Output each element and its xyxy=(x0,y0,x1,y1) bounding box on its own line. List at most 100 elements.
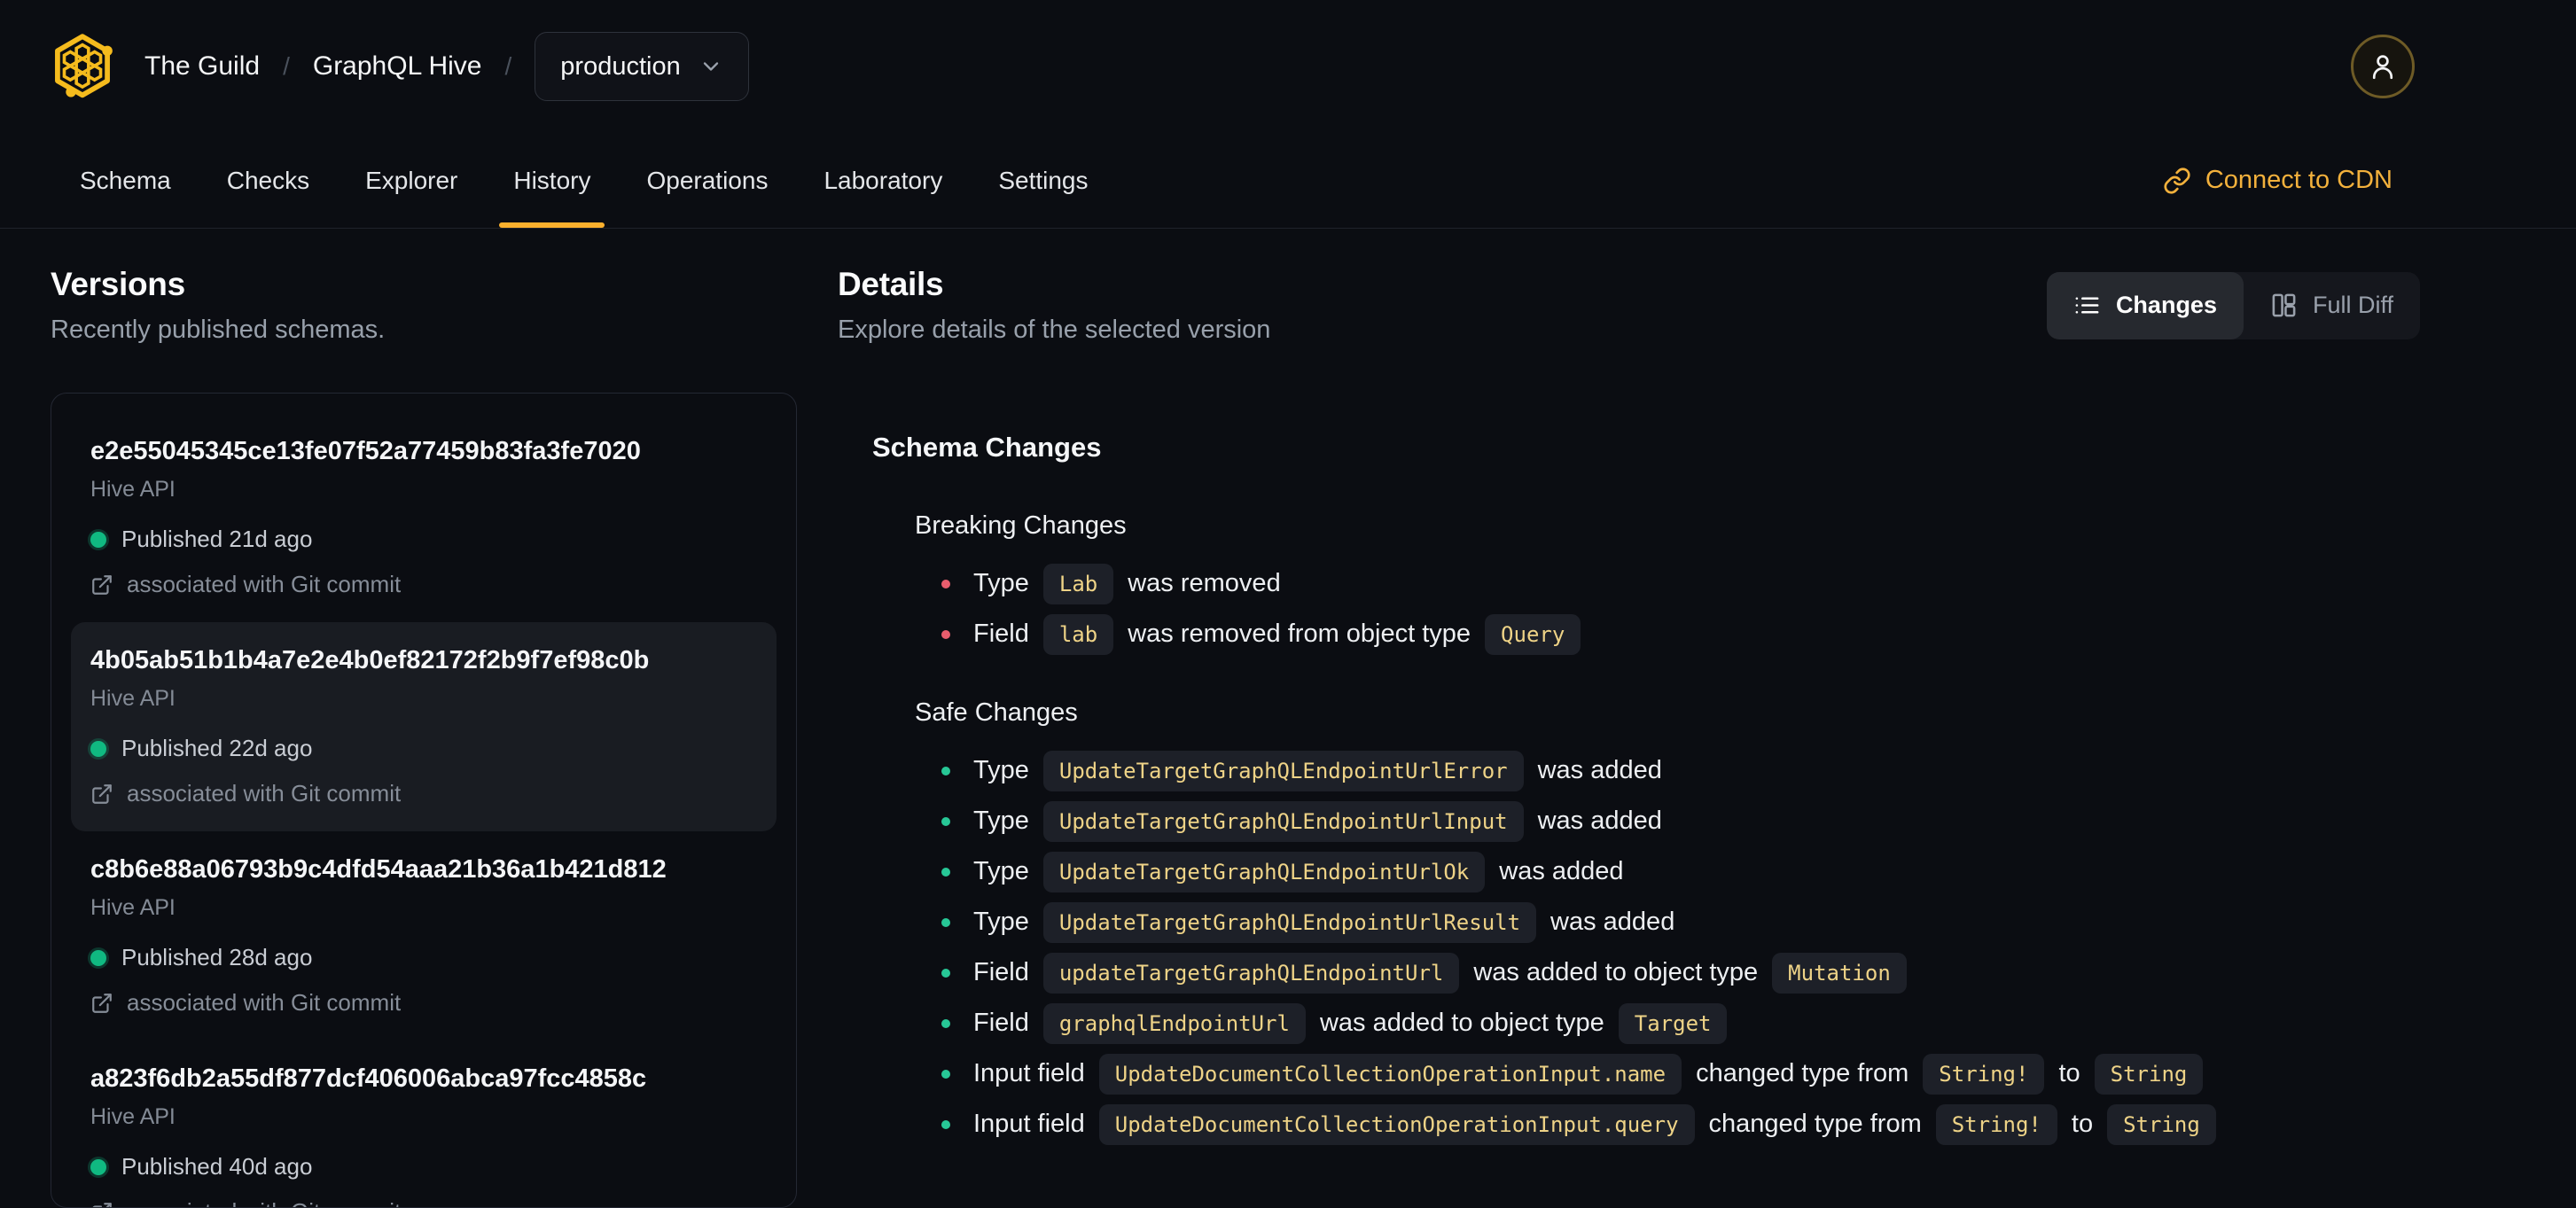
tab-explorer[interactable]: Explorer xyxy=(351,133,472,228)
versions-subtitle: Recently published schemas. xyxy=(51,316,797,345)
change-row-content: TypeUpdateTargetGraphQLEndpointUrlInputw… xyxy=(973,801,1676,842)
tab-schema[interactable]: Schema xyxy=(66,133,185,228)
code-chip: UpdateTargetGraphQLEndpointUrlResult xyxy=(1043,902,1536,943)
details-header: Details Explore details of the selected … xyxy=(838,266,2420,345)
change-row-content: Fieldlabwas removed from object typeQuer… xyxy=(973,614,1595,655)
git-commit-link[interactable]: associated with Git commit xyxy=(90,989,757,1017)
change-text: was added to object type xyxy=(1320,1009,1604,1038)
external-link-icon xyxy=(90,783,113,806)
change-text: Type xyxy=(973,569,1029,598)
tab-laboratory[interactable]: Laboratory xyxy=(809,133,956,228)
tab-operations[interactable]: Operations xyxy=(632,133,782,228)
git-commit-label: associated with Git commit xyxy=(127,1198,401,1208)
changes-view-label: Changes xyxy=(2116,292,2217,319)
target-selector-value: production xyxy=(560,52,680,82)
change-text: Input field xyxy=(973,1059,1085,1088)
tab-settings[interactable]: Settings xyxy=(984,133,1102,228)
change-text: Type xyxy=(973,908,1029,937)
versions-title: Versions xyxy=(51,266,797,303)
change-text: Field xyxy=(973,620,1029,649)
change-text: to xyxy=(2058,1059,2080,1088)
published-label: Published 22d ago xyxy=(121,735,312,762)
code-chip: Mutation xyxy=(1772,953,1907,994)
code-chip: UpdateDocumentCollectionOperationInput.q… xyxy=(1099,1104,1695,1145)
version-published-row: Published 21d ago xyxy=(90,526,757,553)
version-hash: 4b05ab51b1b4a7e2e4b0ef82172f2b9f7ef98c0b xyxy=(90,646,757,675)
code-chip: String! xyxy=(1936,1104,2057,1145)
version-list-item[interactable]: a823f6db2a55df877dcf406006abca97fcc4858c… xyxy=(71,1040,777,1208)
details-heading-block: Details Explore details of the selected … xyxy=(838,266,1270,345)
safe-bullet-icon xyxy=(941,1070,950,1079)
version-hash: e2e55045345ce13fe07f52a77459b83fa3fe7020 xyxy=(90,437,757,466)
code-chip: UpdateTargetGraphQLEndpointUrlInput xyxy=(1043,801,1524,842)
change-row-content: TypeLabwas removed xyxy=(973,564,1295,604)
safe-changes-group: Safe Changes Type UpdateTargetGraphQLEndp… xyxy=(872,698,2420,1150)
git-commit-label: associated with Git commit xyxy=(127,571,401,598)
breadcrumb: The Guild / GraphQL Hive / xyxy=(144,51,511,82)
change-text: Type xyxy=(973,807,1029,836)
version-hash: a823f6db2a55df877dcf406006abca97fcc4858c xyxy=(90,1064,757,1094)
version-list-item[interactable]: c8b6e88a06793b9c4dfd54aaa21b36a1b421d812… xyxy=(71,831,777,1040)
header-top-row: The Guild / GraphQL Hive / production xyxy=(0,0,2576,133)
app-root: { "header": { "breadcrumb": { "org": "Th… xyxy=(0,0,2576,1150)
main-content: Versions Recently published schemas. e2e… xyxy=(0,229,2576,1208)
connect-to-cdn-link[interactable]: Connect to CDN xyxy=(2163,133,2393,228)
external-link-icon xyxy=(90,1201,113,1208)
change-row: Input fieldUpdateDocumentCollectionOpera… xyxy=(941,1099,2420,1150)
safe-changes-title: Safe Changes xyxy=(915,698,2420,728)
version-service: Hive API xyxy=(90,1104,757,1130)
git-commit-label: associated with Git commit xyxy=(127,780,401,807)
published-label: Published 40d ago xyxy=(121,1153,312,1181)
change-text: Field xyxy=(973,958,1029,987)
breadcrumb-project[interactable]: GraphQL Hive xyxy=(313,51,482,82)
change-row: FieldgraphqlEndpointUrlwas added to obje… xyxy=(941,998,2420,1048)
change-text: to xyxy=(2072,1110,2093,1139)
change-row-content: Input fieldUpdateDocumentCollectionOpera… xyxy=(973,1104,2230,1145)
version-published-row: Published 28d ago xyxy=(90,944,757,971)
published-status-dot xyxy=(90,532,106,548)
published-label: Published 28d ago xyxy=(121,944,312,971)
change-row-content: FieldupdateTargetGraphQLEndpointUrlwas a… xyxy=(973,953,1921,994)
version-list: e2e55045345ce13fe07f52a77459b83fa3fe7020… xyxy=(51,393,797,1208)
code-chip: UpdateTargetGraphQLEndpointUrlError xyxy=(1043,751,1524,791)
guild-hive-logo-icon xyxy=(51,33,114,100)
version-service: Hive API xyxy=(90,686,757,712)
change-text: Type xyxy=(973,857,1029,886)
change-text: was removed xyxy=(1128,569,1280,598)
breadcrumb-org[interactable]: The Guild xyxy=(144,51,260,82)
published-status-dot xyxy=(90,950,106,966)
breaking-changes-title: Breaking Changes xyxy=(915,511,2420,541)
version-service: Hive API xyxy=(90,477,757,503)
change-row-content: Input fieldUpdateDocumentCollectionOpera… xyxy=(973,1054,2217,1095)
safe-bullet-icon xyxy=(941,868,950,877)
published-status-dot xyxy=(90,1159,106,1175)
version-service: Hive API xyxy=(90,895,757,921)
chevron-down-icon xyxy=(699,54,723,79)
target-selector[interactable]: production xyxy=(535,32,748,101)
change-row: Input fieldUpdateDocumentCollectionOpera… xyxy=(941,1048,2420,1099)
version-list-item[interactable]: e2e55045345ce13fe07f52a77459b83fa3fe7020… xyxy=(71,413,777,622)
main-nav: Schema Checks Explorer History Operation… xyxy=(0,133,2576,228)
tab-history[interactable]: History xyxy=(499,133,605,228)
code-chip: String xyxy=(2095,1054,2204,1095)
change-row-content: FieldgraphqlEndpointUrlwas added to obje… xyxy=(973,1003,1741,1044)
change-row: Type UpdateTargetGraphQLEndpointUrlResult… xyxy=(941,897,2420,947)
change-row: TypeUpdateTargetGraphQLEndpointUrlInputw… xyxy=(941,796,2420,846)
safe-changes-list: Type UpdateTargetGraphQLEndpointUrlError w… xyxy=(941,745,2420,1150)
git-commit-link[interactable]: associated with Git commit xyxy=(90,571,757,598)
tab-checks[interactable]: Checks xyxy=(213,133,324,228)
git-commit-link[interactable]: associated with Git commit xyxy=(90,780,757,807)
version-list-item-selected[interactable]: 4b05ab51b1b4a7e2e4b0ef82172f2b9f7ef98c0b… xyxy=(71,622,777,831)
breaking-bullet-icon xyxy=(941,580,950,588)
breaking-bullet-icon xyxy=(941,630,950,639)
version-published-row: Published 22d ago xyxy=(90,735,757,762)
git-commit-label: associated with Git commit xyxy=(127,989,401,1017)
breadcrumb-separator: / xyxy=(505,52,512,81)
changes-view-button[interactable]: Changes xyxy=(2047,272,2244,339)
schema-changes-section: Schema Changes Breaking Changes TypeLabw… xyxy=(838,432,2420,1150)
full-diff-view-button[interactable]: Full Diff xyxy=(2244,272,2420,339)
git-commit-link[interactable]: associated with Git commit xyxy=(90,1198,757,1208)
link-icon xyxy=(2163,167,2191,195)
user-avatar[interactable] xyxy=(2351,35,2415,98)
code-chip: lab xyxy=(1043,614,1113,655)
